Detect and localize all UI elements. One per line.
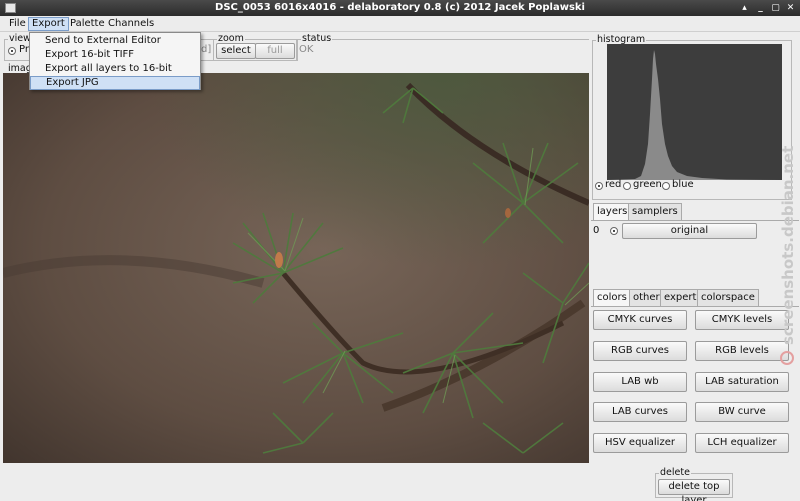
zoom-group: zoom select full — [213, 34, 297, 61]
rgb-curves-button[interactable]: RGB curves — [593, 341, 687, 361]
menu-channels[interactable]: Channels — [105, 17, 157, 31]
channel-red-radio[interactable] — [595, 182, 603, 190]
watermark: screenshots.debian.net — [779, 146, 797, 365]
tools-panel: CMYK curves CMYK levels RGB curves RGB l… — [591, 306, 799, 458]
layer-select-radio[interactable] — [610, 227, 618, 235]
menu-export[interactable]: Export — [28, 17, 69, 31]
status-value: OK — [299, 44, 314, 55]
view-hidden-text: d] — [201, 44, 212, 55]
menu-bar: File Export Palette Channels — [0, 16, 800, 32]
menu-item-export-all-layers[interactable]: Export all layers to 16-bit TIFFs — [30, 62, 200, 88]
maximize-button[interactable]: ▢ — [769, 2, 782, 14]
zoom-select-button[interactable]: select — [216, 43, 256, 59]
channel-blue-label: blue — [672, 179, 694, 190]
view-radio[interactable] — [8, 47, 16, 55]
image-canvas[interactable] — [3, 73, 589, 463]
delete-top-layer-button[interactable]: delete top layer — [658, 479, 730, 501]
layer-original-button[interactable]: original — [622, 223, 757, 239]
tab-colorspace[interactable]: colorspace — [697, 289, 759, 306]
menu-file[interactable]: File — [6, 17, 29, 31]
tab-samplers[interactable]: samplers — [628, 203, 682, 220]
delete-group-label: delete — [659, 467, 691, 478]
hsv-equalizer-button[interactable]: HSV equalizer — [593, 433, 687, 453]
cmyk-curves-button[interactable]: CMYK curves — [593, 310, 687, 330]
view-option-label: Pr — [19, 44, 29, 55]
shade-button[interactable]: ▴ — [738, 2, 751, 14]
tab-colors[interactable]: colors — [593, 289, 631, 306]
tab-expert[interactable]: expert — [660, 289, 701, 306]
lch-equalizer-button[interactable]: LCH equalizer — [695, 433, 789, 453]
tab-layers[interactable]: layers — [593, 203, 632, 220]
histogram-bars — [607, 50, 782, 180]
lab-wb-button[interactable]: LAB wb — [593, 372, 687, 392]
layer-index: 0 — [593, 225, 600, 236]
export-menu-dropdown: Send to External Editor Export 16-bit TI… — [29, 32, 201, 90]
channel-blue-radio[interactable] — [662, 182, 670, 190]
close-button[interactable]: ✕ — [784, 2, 797, 14]
zoom-full-button[interactable]: full — [255, 43, 295, 59]
channel-green-label: green — [633, 179, 662, 190]
status-group-label: status — [301, 33, 333, 44]
delete-group: delete delete top layer — [655, 468, 733, 501]
status-group: status OK — [297, 34, 589, 61]
menu-item-send-to-external-editor[interactable]: Send to External Editor — [30, 34, 200, 48]
debian-swirl-icon — [780, 351, 794, 365]
lab-saturation-button[interactable]: LAB saturation — [695, 372, 789, 392]
menu-palette[interactable]: Palette — [67, 17, 108, 31]
title-bar: DSC_0053 6016x4016 - delaboratory 0.8 (c… — [0, 0, 800, 16]
channel-green-radio[interactable] — [623, 182, 631, 190]
layers-panel: 0 original — [591, 220, 799, 284]
menu-item-export-16bit-tiff[interactable]: Export 16-bit TIFF — [30, 48, 200, 62]
menu-item-export-jpg[interactable]: Export JPG — [30, 76, 200, 90]
histogram-plot — [607, 44, 782, 180]
bw-curve-button[interactable]: BW curve — [695, 402, 789, 422]
pine-branch-photo — [3, 73, 589, 463]
window-title: DSC_0053 6016x4016 - delaboratory 0.8 (c… — [215, 2, 585, 13]
watermark-text: screenshots.debian.net — [779, 146, 797, 345]
lab-curves-button[interactable]: LAB curves — [593, 402, 687, 422]
minimize-button[interactable]: _ — [754, 2, 767, 14]
channel-red-label: red — [605, 179, 622, 190]
tab-other[interactable]: other — [629, 289, 664, 306]
